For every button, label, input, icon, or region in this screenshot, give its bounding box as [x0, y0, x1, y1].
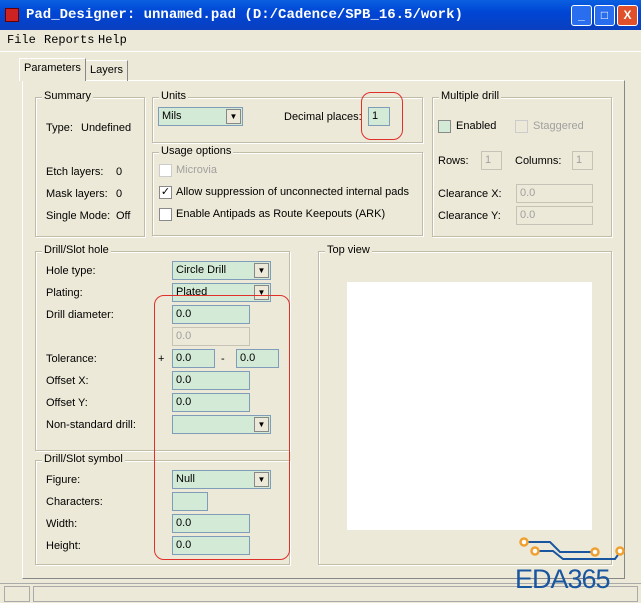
units-select[interactable]: Mils ▼	[158, 107, 243, 126]
hole-type-select[interactable]: Circle Drill ▼	[172, 261, 271, 280]
etch-label: Etch layers:	[46, 166, 104, 178]
antipads-label: Enable Antipads as Route Keepouts (ARK)	[176, 208, 386, 220]
clearance-y-input[interactable]: 0.0	[516, 206, 593, 225]
etch-value: 0	[116, 166, 123, 178]
tab-layers[interactable]: Layers	[85, 60, 129, 81]
group-title: Usage options	[159, 145, 234, 157]
microvia-checkbox[interactable]	[159, 164, 172, 177]
circuit-logo-icon	[519, 537, 625, 560]
group-title: Units	[159, 90, 189, 102]
enabled-label: Enabled	[456, 120, 497, 132]
staggered-checkbox[interactable]	[515, 120, 528, 133]
type-value: Undefined	[81, 122, 132, 134]
enabled-checkbox[interactable]	[438, 120, 451, 133]
drill-diameter-label: Drill diameter:	[46, 309, 114, 321]
group-title: Drill/Slot hole	[42, 244, 111, 256]
chevron-down-icon: ▼	[226, 109, 241, 124]
units-value: Mils	[162, 110, 182, 122]
mask-label: Mask layers:	[46, 188, 108, 200]
annotation-highlight	[154, 295, 290, 560]
group-title: Top view	[325, 244, 372, 256]
type-label: Type:	[46, 122, 73, 134]
microvia-label: Microvia	[176, 164, 217, 176]
characters-label: Characters:	[46, 496, 103, 508]
decimal-label: Decimal places:	[284, 111, 362, 123]
chevron-down-icon: ▼	[254, 263, 269, 278]
mask-value: 0	[116, 188, 123, 200]
columns-label: Columns:	[515, 155, 562, 167]
divider	[0, 51, 641, 52]
watermark: EDA365	[515, 564, 611, 594]
rows-label: Rows:	[438, 155, 469, 167]
menu-help[interactable]: Help	[98, 33, 127, 47]
width-label: Width:	[46, 518, 78, 530]
columns-input[interactable]: 1	[572, 151, 593, 170]
allow-suppression-checkbox[interactable]: ✓	[159, 186, 172, 199]
top-view-canvas	[347, 282, 592, 530]
annotation-highlight	[361, 92, 403, 140]
group-title: Drill/Slot symbol	[42, 453, 125, 465]
allow-suppression-label: Allow suppression of unconnected interna…	[176, 186, 409, 198]
close-button[interactable]: X	[617, 5, 638, 26]
group-title: Summary	[42, 90, 94, 102]
hole-type-value: Circle Drill	[176, 264, 227, 276]
single-value: Off	[116, 210, 131, 222]
rows-input[interactable]: 1	[481, 151, 502, 170]
maximize-button[interactable]: □	[594, 5, 615, 26]
non-standard-drill-label: Non-standard drill:	[46, 419, 136, 431]
single-label: Single Mode:	[46, 210, 111, 222]
window-title: Pad_Designer: unnamed.pad (D:/Cadence/SP…	[26, 7, 463, 23]
staggered-label: Staggered	[533, 120, 584, 132]
tab-parameters[interactable]: Parameters	[19, 58, 86, 81]
app-icon	[5, 8, 19, 22]
menu-reports[interactable]: Reports	[44, 33, 94, 47]
group-title: Multiple drill	[439, 90, 502, 102]
offset-y-label: Offset Y:	[46, 397, 88, 409]
clearance-y-label: Clearance Y:	[438, 210, 501, 222]
clearance-x-input[interactable]: 0.0	[516, 184, 593, 203]
status-pane	[4, 586, 30, 602]
antipads-checkbox[interactable]	[159, 208, 172, 221]
tolerance-label: Tolerance:	[46, 353, 97, 365]
figure-label: Figure:	[46, 474, 81, 486]
plating-label: Plating:	[46, 287, 83, 299]
height-label: Height:	[46, 540, 81, 552]
clearance-x-label: Clearance X:	[438, 188, 502, 200]
menu-file[interactable]: File	[7, 33, 36, 47]
hole-type-label: Hole type:	[46, 265, 96, 277]
minimize-button[interactable]: _	[571, 5, 592, 26]
offset-x-label: Offset X:	[46, 375, 89, 387]
